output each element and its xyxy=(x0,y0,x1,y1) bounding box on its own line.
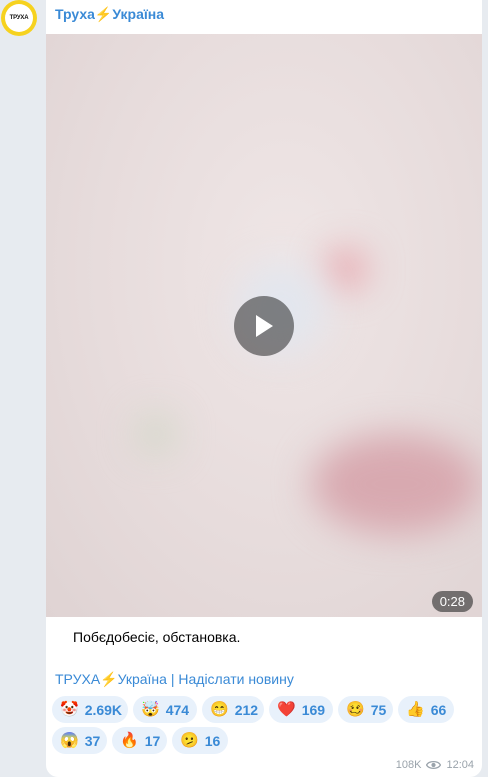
channel-name[interactable]: Труха⚡Україна xyxy=(55,6,164,23)
view-count: 108K xyxy=(395,759,422,771)
submit-news-link[interactable]: Надіслати новину xyxy=(178,671,293,687)
reaction-diagonal-mouth[interactable]: 🫤 16 xyxy=(172,727,228,754)
play-button[interactable] xyxy=(234,296,294,356)
reaction-count: 16 xyxy=(204,732,221,749)
channel-link[interactable]: ТРУХА⚡Україна xyxy=(55,671,167,687)
video-player[interactable]: 0:28 xyxy=(46,34,482,617)
reaction-fire[interactable]: 🔥 17 xyxy=(112,727,167,754)
reaction-count: 66 xyxy=(430,701,447,718)
message-caption: Побєдобесіє, обстановка. xyxy=(73,629,241,645)
reaction-clown[interactable]: 🤡 2.69K xyxy=(52,696,128,723)
message-bubble: Труха⚡Україна 0:28 Побєдобесіє, обстанов… xyxy=(46,0,482,777)
reaction-count: 75 xyxy=(370,701,387,718)
play-icon xyxy=(256,315,273,337)
avatar-logo-text: ТРУХА xyxy=(5,4,33,32)
message-time: 12:04 xyxy=(446,759,474,771)
clown-emoji-icon: 🤡 xyxy=(60,701,79,718)
reaction-count: 37 xyxy=(84,732,101,749)
reaction-heart[interactable]: ❤️ 169 xyxy=(269,696,333,723)
reaction-count: 17 xyxy=(144,732,161,749)
reaction-exploding-head[interactable]: 🤯 474 xyxy=(133,696,197,723)
reaction-grin[interactable]: 😁 212 xyxy=(202,696,264,723)
footer-links: ТРУХА⚡Україна | Надіслати новину xyxy=(55,671,294,688)
woozy-emoji-icon: 🥴 xyxy=(346,701,365,718)
fire-emoji-icon: 🔥 xyxy=(120,732,139,749)
channel-avatar[interactable]: ТРУХА xyxy=(1,0,37,36)
reaction-count: 2.69K xyxy=(84,701,123,718)
reaction-woozy[interactable]: 🥴 75 xyxy=(338,696,393,723)
message-meta: 108K 12:04 xyxy=(396,759,474,771)
reaction-thumbs-up[interactable]: 👍 66 xyxy=(398,696,454,723)
grin-emoji-icon: 😁 xyxy=(210,701,229,718)
link-separator: | xyxy=(166,671,179,687)
thumbs-up-emoji-icon: 👍 xyxy=(406,701,425,718)
exploding-head-emoji-icon: 🤯 xyxy=(141,701,160,718)
scream-emoji-icon: 😱 xyxy=(60,732,79,749)
video-duration: 0:28 xyxy=(431,591,473,612)
reaction-count: 474 xyxy=(165,701,190,718)
reaction-count: 212 xyxy=(234,701,259,718)
reaction-scream[interactable]: 😱 37 xyxy=(52,727,107,754)
heart-emoji-icon: ❤️ xyxy=(277,701,296,718)
eye-icon xyxy=(426,760,442,770)
reaction-count: 169 xyxy=(301,701,326,718)
diagonal-mouth-emoji-icon: 🫤 xyxy=(180,732,199,749)
